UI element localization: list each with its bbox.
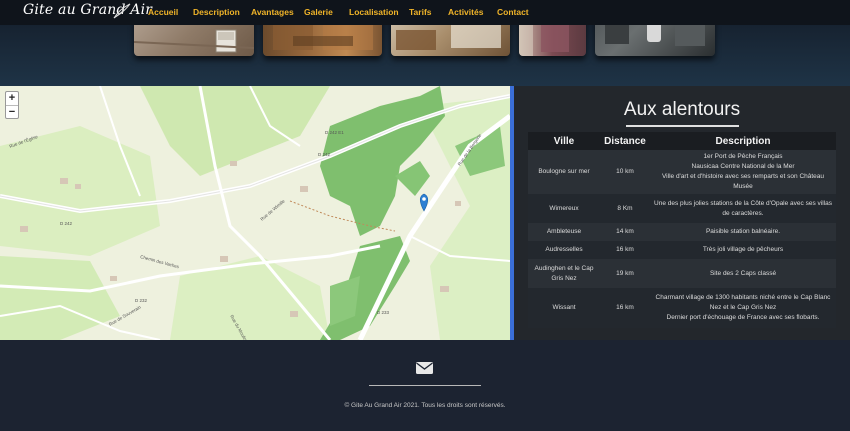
table-row: Wimereux 8 Km Une des plus jolies statio… <box>528 194 836 223</box>
map-tiles: D 242 E1 D 242 D 232 D 233 D 242 Rue de … <box>0 86 510 340</box>
cell-description: Paisible station balnéaire. <box>650 223 836 241</box>
nav-link-localisation[interactable]: Localisation <box>349 7 409 17</box>
map-road-label: D 242 <box>60 221 73 226</box>
navbar: Gite au Grand Air Accueil Description Av… <box>0 0 850 25</box>
nav-link-galerie[interactable]: Galerie <box>304 7 349 17</box>
description-line: Très joli village de pêcheurs <box>702 246 784 253</box>
description-line: 1er Port de Pêche Français <box>703 153 783 160</box>
surroundings-table: Ville Distance Description Boulogne sur … <box>528 132 836 328</box>
nav-link-activites[interactable]: Activités <box>448 7 497 17</box>
cell-description: Charmant village de 1300 habitants niché… <box>650 288 836 328</box>
feather-icon <box>113 3 131 19</box>
cell-distance: 10 km <box>600 150 650 194</box>
cell-distance: 8 Km <box>600 194 650 223</box>
copyright-text: © Gite Au Grand Air 2021. Tous les droit… <box>344 402 506 409</box>
cell-description: 1er Port de Pêche Français Nausicaa Cent… <box>650 150 836 194</box>
cell-ville: Wissant <box>528 288 600 328</box>
cell-description: Une des plus jolies stations de la Côte … <box>650 194 836 223</box>
zoom-in-button[interactable]: + <box>6 92 18 105</box>
cell-ville: Audinghen et le Cap Gris Nez <box>528 259 600 288</box>
brand-logo-text[interactable]: Gite au Grand Air <box>23 2 152 18</box>
cell-ville: Boulogne sur mer <box>528 150 600 194</box>
table-row: Audinghen et le Cap Gris Nez 19 km Site … <box>528 259 836 288</box>
zoom-out-button[interactable]: − <box>6 105 18 118</box>
description-line: Charmant village de 1300 habitants niché… <box>655 294 831 311</box>
map-road-label: D 242 <box>318 152 331 157</box>
footer-divider <box>369 385 481 386</box>
footer: © Gite Au Grand Air 2021. Tous les droit… <box>0 340 850 431</box>
title-divider <box>626 125 739 127</box>
panel-title: Aux alentours <box>623 99 741 120</box>
nav-link-tarifs[interactable]: Tarifs <box>409 7 448 17</box>
description-line: Nausicaa Centre National de la Mer <box>691 163 795 170</box>
cell-distance: 16 km <box>600 241 650 259</box>
cell-distance: 19 km <box>600 259 650 288</box>
map-road-label: D 233 <box>377 310 390 315</box>
cell-ville: Audresselles <box>528 241 600 259</box>
description-line: Site des 2 Caps classé <box>709 269 777 277</box>
map-road-label: D 242 E1 <box>325 130 344 135</box>
table-row: Boulogne sur mer 10 km 1er Port de Pêche… <box>528 150 836 194</box>
cell-distance: 14 km <box>600 223 650 241</box>
column-header-ville: Ville <box>528 132 600 150</box>
cell-ville: Wimereux <box>528 194 600 223</box>
description-line: Une des plus jolies stations de la Côte … <box>654 199 832 217</box>
surroundings-panel: Aux alentours Ville Distance Description… <box>514 86 850 340</box>
envelope-icon[interactable] <box>416 362 433 374</box>
cell-description: Site des 2 Caps classé <box>650 259 836 288</box>
map-zoom-control: + − <box>5 91 19 119</box>
nav-links: Accueil Description Avantages Galerie Lo… <box>148 7 537 17</box>
column-header-distance: Distance <box>600 132 650 150</box>
location-map[interactable]: D 242 E1 D 242 D 232 D 233 D 242 Rue de … <box>0 86 510 340</box>
table-row: Audresselles 16 km Très joli village de … <box>528 241 836 259</box>
description-line: Dernier port d'échouage de France avec s… <box>666 314 820 321</box>
nav-link-avantages[interactable]: Avantages <box>251 7 304 17</box>
cell-distance: 16 km <box>600 288 650 328</box>
description-line: Ville d'art et d'histoire avec ses rempa… <box>661 173 825 190</box>
header-band: Gite au Grand Air Accueil Description Av… <box>0 0 850 86</box>
cell-description: Très joli village de pêcheurs <box>650 241 836 259</box>
nav-link-description[interactable]: Description <box>193 7 251 17</box>
nav-link-accueil[interactable]: Accueil <box>148 7 193 17</box>
nav-link-contact[interactable]: Contact <box>497 7 537 17</box>
description-line: Paisible station balnéaire. <box>705 228 781 235</box>
table-row: Wissant 16 km Charmant village de 1300 h… <box>528 288 836 328</box>
table-row: Ambleteuse 14 km Paisible station balnéa… <box>528 223 836 241</box>
cell-ville: Ambleteuse <box>528 223 600 241</box>
map-road-label: D 232 <box>135 298 148 303</box>
column-header-description: Description <box>650 132 836 150</box>
